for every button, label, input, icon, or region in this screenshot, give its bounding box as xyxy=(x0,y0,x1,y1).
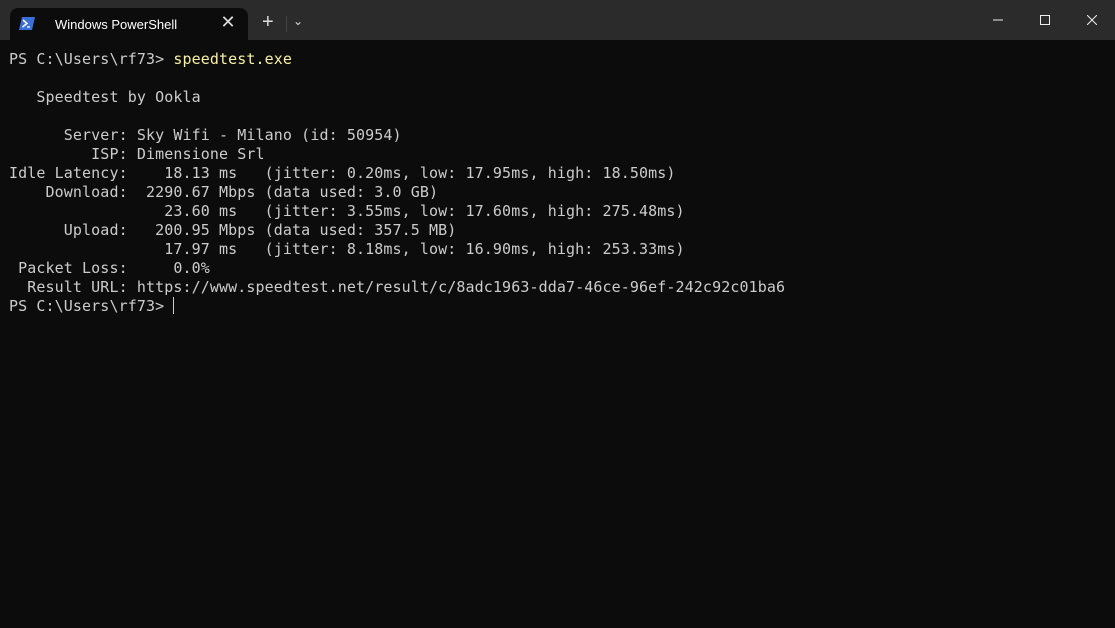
close-window-button[interactable] xyxy=(1069,0,1115,40)
powershell-icon xyxy=(19,17,35,30)
output-line: Speedtest by Ookla xyxy=(9,88,201,106)
divider xyxy=(286,16,287,32)
close-icon xyxy=(1087,15,1097,25)
output-line: Packet Loss: 0.0% xyxy=(9,259,210,277)
active-prompt-line[interactable]: PS C:\Users\rf73> xyxy=(9,297,785,316)
prompt: PS C:\Users\rf73> xyxy=(9,297,174,315)
minimize-button[interactable] xyxy=(975,0,1021,40)
command-line: PS C:\Users\rf73> speedtest.exe xyxy=(9,50,785,69)
output-line: Result URL: https://www.speedtest.net/re… xyxy=(9,278,786,296)
output-line: ISP: Dimensione Srl xyxy=(9,145,265,163)
terminal-lines: PS C:\Users\rf73> speedtest.exe Speedtes… xyxy=(9,50,785,316)
output-line: 23.60 ms (jitter: 3.55ms, low: 17.60ms, … xyxy=(9,202,685,220)
new-tab-button[interactable]: + xyxy=(262,12,274,32)
maximize-icon xyxy=(1040,15,1050,25)
output-line: Download: 2290.67 Mbps (data used: 3.0 G… xyxy=(9,183,439,201)
chevron-down-icon[interactable]: ⌄ xyxy=(293,14,303,28)
maximize-button[interactable] xyxy=(1022,0,1068,40)
terminal-output[interactable]: PS C:\Users\rf73> speedtest.exe Speedtes… xyxy=(0,40,1115,628)
tab-windows-powershell[interactable]: Windows PowerShell ✕ xyxy=(10,8,248,40)
title-bar: Windows PowerShell ✕ + ⌄ xyxy=(0,0,1115,40)
output-line: Idle Latency: 18.13 ms (jitter: 0.20ms, … xyxy=(9,164,676,182)
output-line: Upload: 200.95 Mbps (data used: 357.5 MB… xyxy=(9,221,457,239)
prompt: PS C:\Users\rf73> xyxy=(9,50,174,68)
command: speedtest.exe xyxy=(173,50,293,68)
minimize-icon xyxy=(993,19,1003,21)
text-cursor xyxy=(173,297,175,314)
close-tab-icon[interactable]: ✕ xyxy=(218,12,238,33)
output-line: 17.97 ms (jitter: 8.18ms, low: 16.90ms, … xyxy=(9,240,685,258)
output-line: Server: Sky Wifi - Milano (id: 50954) xyxy=(9,126,402,144)
tab-title: Windows PowerShell xyxy=(55,17,178,32)
